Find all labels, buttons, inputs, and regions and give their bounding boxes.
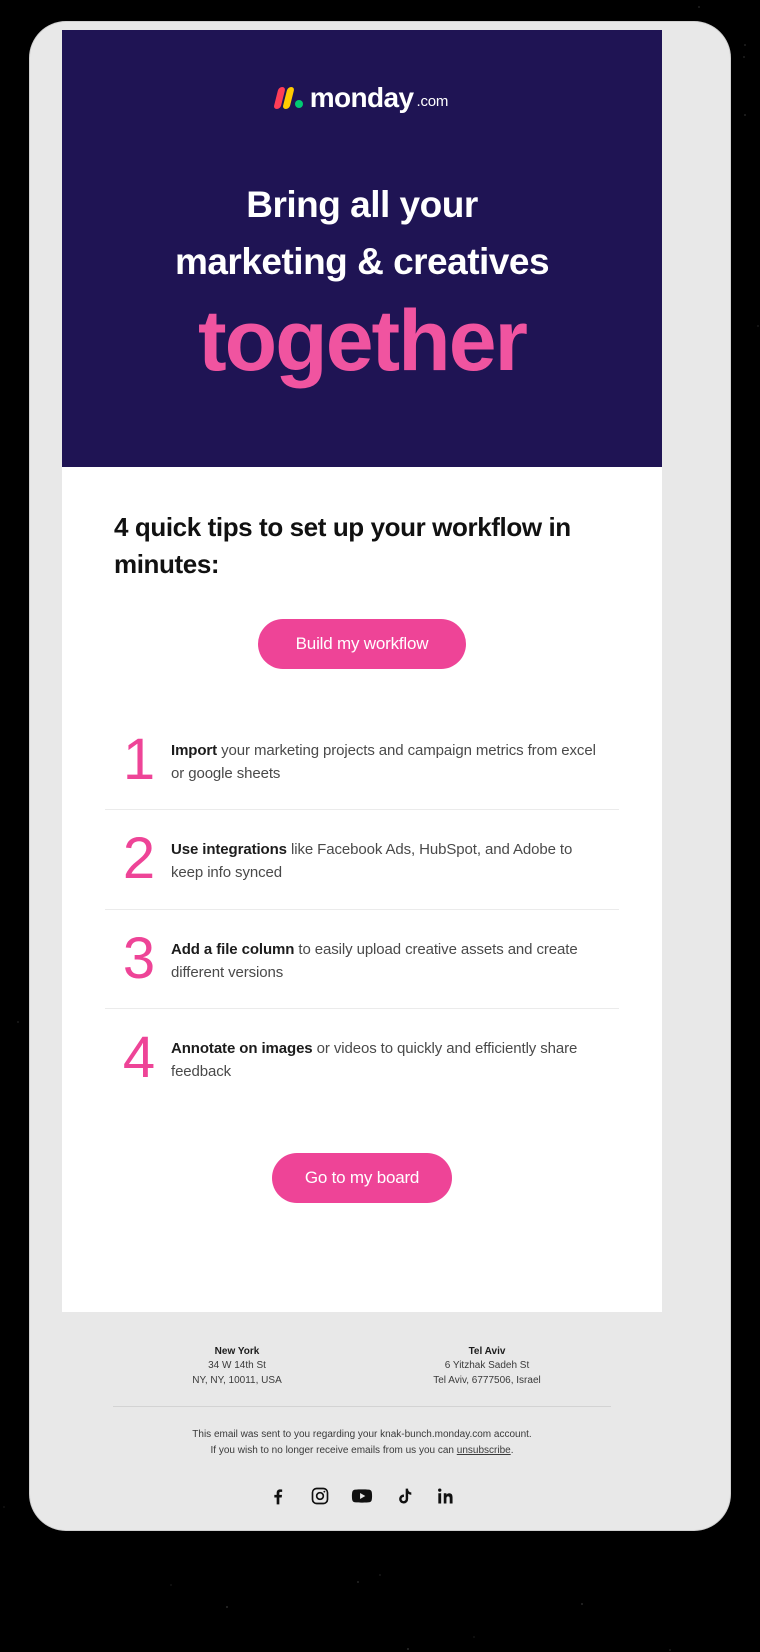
legal-text: This email was sent to you regarding you… bbox=[62, 1427, 662, 1458]
secondary-cta-container: Go to my board bbox=[62, 1153, 662, 1204]
linkedin-icon[interactable] bbox=[435, 1485, 457, 1507]
tip-number: 3 bbox=[122, 925, 155, 991]
legal-line-2: If you wish to no longer receive emails … bbox=[62, 1443, 662, 1459]
tip-text: Import your marketing projects and campa… bbox=[171, 733, 619, 786]
tip-number: 4 bbox=[122, 1024, 155, 1090]
tips-list: 1 Import your marketing projects and cam… bbox=[105, 711, 619, 1107]
office-street: 6 Yitzhak Sadeh St bbox=[444, 1360, 530, 1371]
list-item: 4 Annotate on images or videos to quickl… bbox=[105, 1009, 619, 1107]
logo-marks bbox=[273, 87, 303, 109]
tip-text-bold: Annotate on images bbox=[171, 1039, 313, 1057]
email-hero-banner: monday .com Bring all your marketing & c… bbox=[62, 30, 662, 467]
office-city: Tel Aviv bbox=[468, 1346, 506, 1357]
youtube-icon[interactable] bbox=[351, 1485, 373, 1507]
tip-number: 1 bbox=[122, 726, 155, 792]
facebook-icon[interactable] bbox=[267, 1485, 289, 1507]
legal-line-2-suffix: . bbox=[510, 1444, 514, 1456]
office-city: New York bbox=[214, 1346, 260, 1357]
instagram-icon[interactable] bbox=[309, 1485, 331, 1507]
hero-heading-line-2: marketing & creatives bbox=[174, 241, 550, 283]
tip-text: Annotate on images or videos to quickly … bbox=[171, 1031, 619, 1084]
list-item: 2 Use integrations like Facebook Ads, Hu… bbox=[105, 810, 619, 910]
list-item: 1 Import your marketing projects and cam… bbox=[105, 711, 619, 811]
go-to-my-board-button[interactable]: Go to my board bbox=[271, 1153, 453, 1204]
monday-logo: monday .com bbox=[62, 84, 662, 112]
tip-text: Add a file column to easily upload creat… bbox=[171, 932, 619, 985]
hero-heading-line-1: Bring all your bbox=[246, 184, 478, 225]
email-preview-frame: monday .com Bring all your marketing & c… bbox=[30, 22, 730, 1530]
legal-line-1: This email was sent to you regarding you… bbox=[192, 1429, 532, 1440]
build-my-workflow-button[interactable]: Build my workflow bbox=[257, 618, 467, 669]
email-footer: New York 34 W 14th St NY, NY, 10011, USA… bbox=[62, 1312, 662, 1530]
legal-line-2-prefix: If you wish to no longer receive emails … bbox=[210, 1444, 457, 1456]
office-region: Tel Aviv, 6777506, Israel bbox=[433, 1374, 541, 1386]
tiktok-icon[interactable] bbox=[393, 1485, 415, 1507]
email-body-card: 4 quick tips to set up your workflow in … bbox=[62, 467, 662, 1312]
office-street: 34 W 14th St bbox=[208, 1360, 266, 1371]
tip-text-rest: your marketing projects and campaign met… bbox=[171, 741, 596, 783]
social-links bbox=[62, 1485, 662, 1507]
tip-text-bold: Import bbox=[171, 741, 218, 759]
logo-wordmark: monday bbox=[309, 82, 414, 113]
unsubscribe-link[interactable]: unsubscribe bbox=[457, 1445, 511, 1456]
list-item: 3 Add a file column to easily upload cre… bbox=[105, 910, 619, 1009]
tip-text-bold: Add a file column bbox=[171, 940, 295, 958]
logo-dot-green-icon bbox=[294, 100, 303, 108]
office-region: NY, NY, 10011, USA bbox=[192, 1374, 282, 1386]
hero-heading: Bring all your marketing & creatives tog… bbox=[62, 176, 662, 388]
office-new-york: New York 34 W 14th St NY, NY, 10011, USA bbox=[112, 1344, 362, 1388]
tip-text: Use integrations like Facebook Ads, HubS… bbox=[171, 832, 619, 885]
hero-heading-emphasis: together bbox=[198, 292, 528, 389]
tip-text-bold: Use integrations bbox=[171, 841, 287, 859]
footer-divider bbox=[113, 1406, 611, 1407]
primary-cta-container: Build my workflow bbox=[62, 618, 662, 669]
office-tel-aviv: Tel Aviv 6 Yitzhak Sadeh St Tel Aviv, 67… bbox=[362, 1344, 612, 1388]
tip-number: 2 bbox=[122, 826, 155, 892]
logo-tld: .com bbox=[416, 93, 449, 110]
page-title: 4 quick tips to set up your workflow in … bbox=[114, 512, 571, 579]
office-addresses: New York 34 W 14th St NY, NY, 10011, USA… bbox=[62, 1312, 662, 1388]
